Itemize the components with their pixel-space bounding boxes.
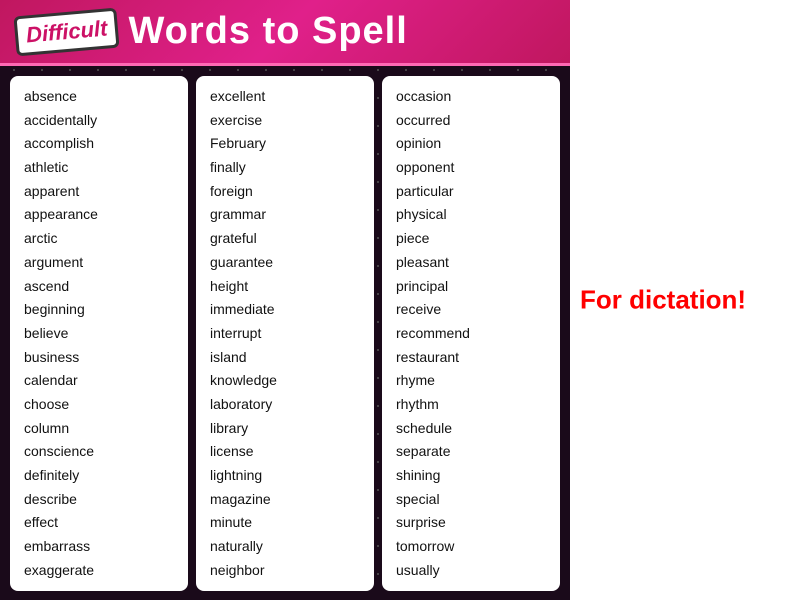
word-column-1: absenceaccidentallyaccomplishathleticapp… <box>10 76 188 591</box>
word-item: height <box>210 276 360 298</box>
word-item: grateful <box>210 228 360 250</box>
word-item: February <box>210 133 360 155</box>
word-item: library <box>210 418 360 440</box>
word-item: embarrass <box>24 536 174 558</box>
word-item: opponent <box>396 157 546 179</box>
word-item: believe <box>24 323 174 345</box>
poster-title: Words to Spell <box>128 10 407 53</box>
word-item: argument <box>24 252 174 274</box>
word-item: calendar <box>24 370 174 392</box>
word-item: immediate <box>210 299 360 321</box>
word-item: laboratory <box>210 394 360 416</box>
word-item: describe <box>24 489 174 511</box>
word-item: athletic <box>24 157 174 179</box>
word-item: ascend <box>24 276 174 298</box>
word-item: principal <box>396 276 546 298</box>
word-item: interrupt <box>210 323 360 345</box>
word-item: appearance <box>24 204 174 226</box>
word-item: conscience <box>24 441 174 463</box>
word-item: effect <box>24 512 174 534</box>
word-item: shining <box>396 465 546 487</box>
difficult-badge: Difficult <box>13 7 120 56</box>
word-item: particular <box>396 181 546 203</box>
word-item: occasion <box>396 86 546 108</box>
word-item: physical <box>396 204 546 226</box>
word-item: separate <box>396 441 546 463</box>
word-item: schedule <box>396 418 546 440</box>
word-item: restaurant <box>396 347 546 369</box>
word-item: occurred <box>396 110 546 132</box>
word-item: finally <box>210 157 360 179</box>
word-item: naturally <box>210 536 360 558</box>
word-item: exaggerate <box>24 560 174 582</box>
word-item: rhyme <box>396 370 546 392</box>
word-item: lightning <box>210 465 360 487</box>
word-item: tomorrow <box>396 536 546 558</box>
word-item: exercise <box>210 110 360 132</box>
word-item: knowledge <box>210 370 360 392</box>
word-item: recommend <box>396 323 546 345</box>
for-dictation-text: For dictation! <box>580 284 780 315</box>
word-item: guarantee <box>210 252 360 274</box>
word-item: arctic <box>24 228 174 250</box>
word-item: absence <box>24 86 174 108</box>
word-item: license <box>210 441 360 463</box>
word-item: accomplish <box>24 133 174 155</box>
word-item: column <box>24 418 174 440</box>
word-item: grammar <box>210 204 360 226</box>
word-column-3: occasionoccurredopinionopponentparticula… <box>382 76 560 591</box>
word-item: apparent <box>24 181 174 203</box>
word-item: accidentally <box>24 110 174 132</box>
word-item: business <box>24 347 174 369</box>
word-item: special <box>396 489 546 511</box>
columns-container: absenceaccidentallyaccomplishathleticapp… <box>0 66 570 601</box>
word-item: beginning <box>24 299 174 321</box>
word-column-2: excellentexerciseFebruaryfinallyforeigng… <box>196 76 374 591</box>
word-item: island <box>210 347 360 369</box>
word-item: minute <box>210 512 360 534</box>
word-item: opinion <box>396 133 546 155</box>
for-dictation-section: For dictation! <box>580 284 780 315</box>
word-item: foreign <box>210 181 360 203</box>
difficult-label: Difficult <box>25 15 108 47</box>
word-item: piece <box>396 228 546 250</box>
word-item: receive <box>396 299 546 321</box>
poster-header: Difficult Words to Spell <box>0 0 570 66</box>
word-item: pleasant <box>396 252 546 274</box>
word-item: neighbor <box>210 560 360 582</box>
poster: Difficult Words to Spell absenceaccident… <box>0 0 570 600</box>
word-item: definitely <box>24 465 174 487</box>
word-item: usually <box>396 560 546 582</box>
word-item: magazine <box>210 489 360 511</box>
word-item: rhythm <box>396 394 546 416</box>
word-item: surprise <box>396 512 546 534</box>
word-item: excellent <box>210 86 360 108</box>
word-item: choose <box>24 394 174 416</box>
